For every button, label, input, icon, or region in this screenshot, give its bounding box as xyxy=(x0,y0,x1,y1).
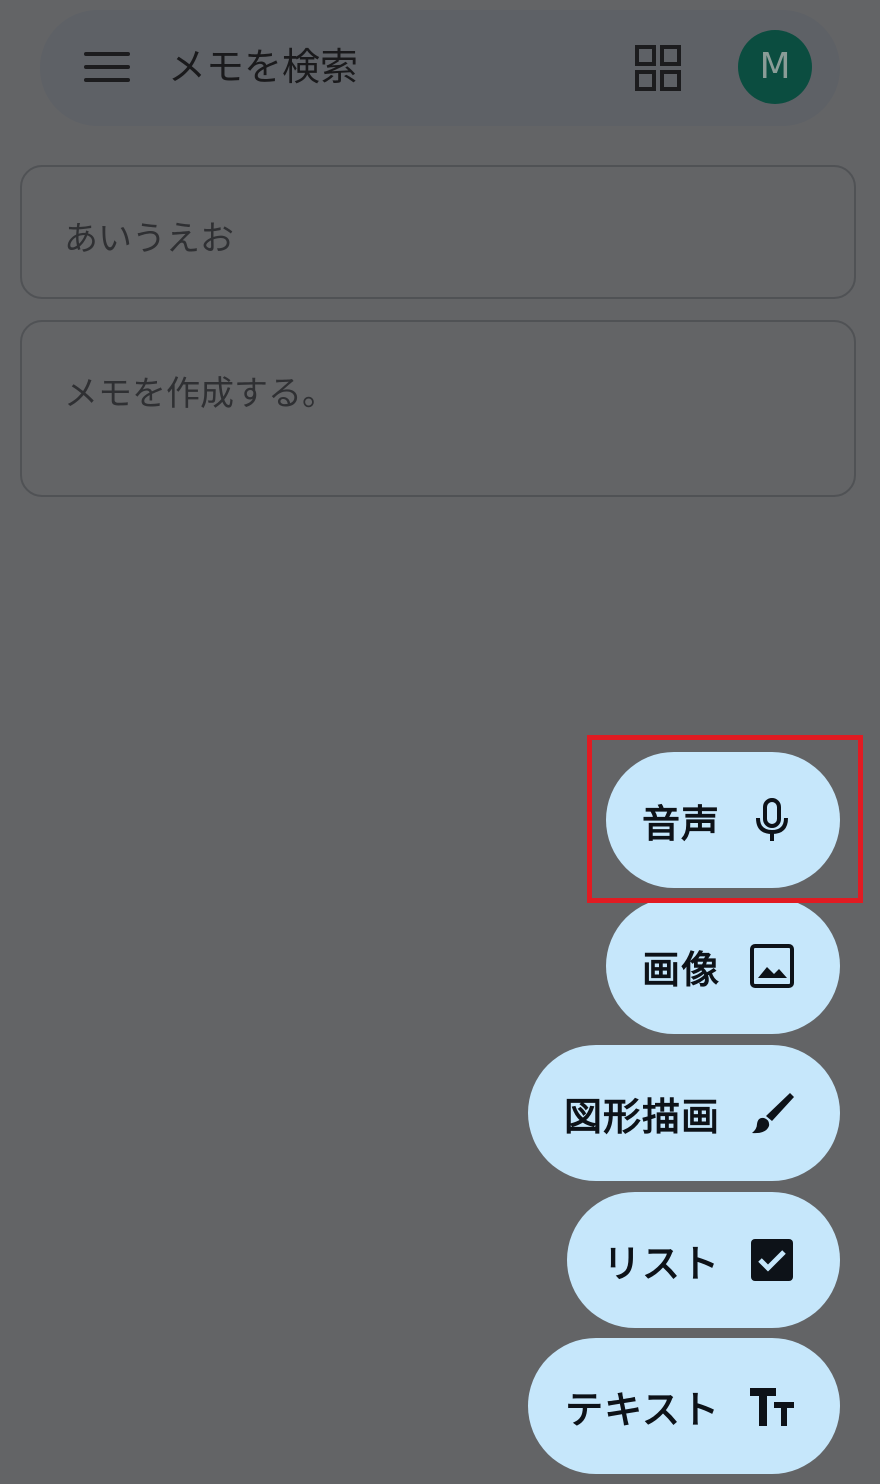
fab-label: 図形描画 xyxy=(563,1094,720,1139)
text-format-icon xyxy=(750,1388,794,1426)
keep-screen: メモを検索 M あいうえお メモを作成する。 音声 画像 図形描画 リスト テキ… xyxy=(0,0,880,1484)
grid-view-icon[interactable] xyxy=(634,44,682,92)
note-card[interactable]: メモを作成する。 xyxy=(20,320,856,497)
note-card[interactable]: あいうえお xyxy=(20,165,856,299)
search-bar[interactable] xyxy=(40,10,840,126)
highlight-box xyxy=(587,735,863,903)
avatar[interactable]: M xyxy=(738,30,812,104)
note-text: あいうえお xyxy=(64,219,234,259)
fab-label: テキスト xyxy=(565,1387,720,1432)
fab-label: 画像 xyxy=(641,947,720,992)
fab-label: リスト xyxy=(602,1241,720,1286)
fab-text-button[interactable]: テキスト xyxy=(528,1338,840,1474)
checkbox-icon xyxy=(751,1239,793,1281)
hamburger-menu-icon[interactable] xyxy=(84,50,130,84)
note-text: メモを作成する。 xyxy=(64,374,336,414)
fab-image-button[interactable]: 画像 xyxy=(606,898,840,1034)
brush-icon xyxy=(752,1093,794,1134)
fab-list-button[interactable]: リスト xyxy=(567,1192,840,1328)
image-icon xyxy=(750,944,794,988)
search-input[interactable]: メモを検索 xyxy=(168,40,358,94)
fab-drawing-button[interactable]: 図形描画 xyxy=(528,1045,840,1181)
